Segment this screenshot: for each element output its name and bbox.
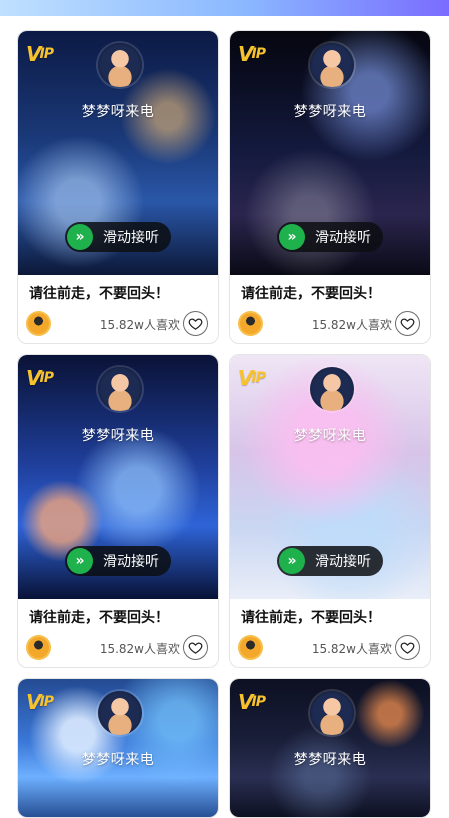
favorite-button[interactable] [183,635,208,660]
ringtone-card[interactable]: V IP 梦梦呀来电 » 滑动接听 请往前走，不要回头！ 15.82w人喜欢 [17,30,219,344]
caller-avatar [310,691,354,735]
caller-avatar [310,43,354,87]
caller-avatar [310,367,354,411]
caller-name: 梦梦呀来电 [81,104,155,120]
caller-name: 梦梦呀来电 [81,752,155,768]
card-title[interactable]: 请往前走，不要回头！ [241,283,426,303]
slide-to-answer-label: 滑动接听 [315,230,371,246]
caller-name: 梦梦呀来电 [293,752,367,768]
card-title[interactable]: 请往前走，不要回头！ [29,607,214,627]
vip-badge-icon: V IP [238,366,266,390]
slide-to-answer[interactable]: » 滑动接听 [65,546,171,576]
card-title[interactable]: 请往前走，不要回头！ [29,283,214,303]
author-avatar[interactable] [26,635,51,660]
likes-count: 15.82w人喜欢 [99,642,180,656]
likes-count: 15.82w人喜欢 [99,318,180,332]
chevrons-right-icon[interactable]: » [279,548,305,574]
ringtone-grid: V IP 梦梦呀来电 » 滑动接听 请往前走，不要回头！ 15.82w人喜欢 VI… [0,16,449,818]
caller-avatar [98,367,142,411]
caller-avatar [98,691,142,735]
slide-to-answer[interactable]: » 滑动接听 [277,222,383,252]
card-preview-image[interactable]: V IP 梦梦呀来电 » 滑动接听 [18,31,218,275]
card-preview-image[interactable]: V IP 梦梦呀来电 » 滑动接听 [230,355,430,599]
ringtone-card[interactable]: V IP 梦梦呀来电 » 滑动接听 请往前走，不要回头！ 15.82w人喜欢 [229,354,431,668]
author-avatar[interactable] [26,311,51,336]
card-preview-image[interactable]: V IP 梦梦呀来电 [18,679,218,817]
slide-to-answer[interactable]: » 滑动接听 [65,222,171,252]
slide-to-answer[interactable]: » 滑动接听 [277,546,383,576]
ringtone-card[interactable]: V IP 梦梦呀来电 [17,678,219,818]
author-avatar[interactable] [238,311,263,336]
caller-name: 梦梦呀来电 [293,104,367,120]
vip-badge-icon: V IP [26,366,54,390]
favorite-button[interactable] [395,635,420,660]
ringtone-card[interactable]: V IP 梦梦呀来电 [229,678,431,818]
vip-badge-icon: V IP [26,690,54,714]
favorite-button[interactable] [395,311,420,336]
vip-badge-icon: V IP [26,42,54,66]
favorite-button[interactable] [183,311,208,336]
ringtone-card[interactable]: V IP 梦梦呀来电 » 滑动接听 请往前走，不要回头！ 15.82w人喜欢 [17,354,219,668]
likes-count: 15.82w人喜欢 [311,642,392,656]
card-preview-image[interactable]: V IP 梦梦呀来电 [230,679,430,817]
heart-icon [188,318,203,330]
likes-count: 15.82w人喜欢 [311,318,392,332]
vip-badge-icon: V IP [238,42,266,66]
card-title[interactable]: 请往前走，不要回头！ [241,607,426,627]
author-avatar[interactable] [238,635,263,660]
slide-to-answer-label: 滑动接听 [103,230,159,246]
card-preview-image[interactable]: V IP 梦梦呀来电 » 滑动接听 [230,31,430,275]
top-gradient-bar [0,0,449,16]
caller-name: 梦梦呀来电 [293,428,367,444]
chevrons-right-icon[interactable]: » [67,224,93,250]
heart-icon [400,318,415,330]
slide-to-answer-label: 滑动接听 [315,554,371,570]
vip-badge-icon: V IP [238,690,266,714]
caller-avatar [98,43,142,87]
chevrons-right-icon[interactable]: » [279,224,305,250]
heart-icon [188,642,203,654]
caller-name: 梦梦呀来电 [81,428,155,444]
ringtone-card[interactable]: V IP 梦梦呀来电 » 滑动接听 请往前走，不要回头！ 15.82w人喜欢 [229,30,431,344]
slide-to-answer-label: 滑动接听 [103,554,159,570]
card-preview-image[interactable]: V IP 梦梦呀来电 » 滑动接听 [18,355,218,599]
chevrons-right-icon[interactable]: » [67,548,93,574]
heart-icon [400,642,415,654]
